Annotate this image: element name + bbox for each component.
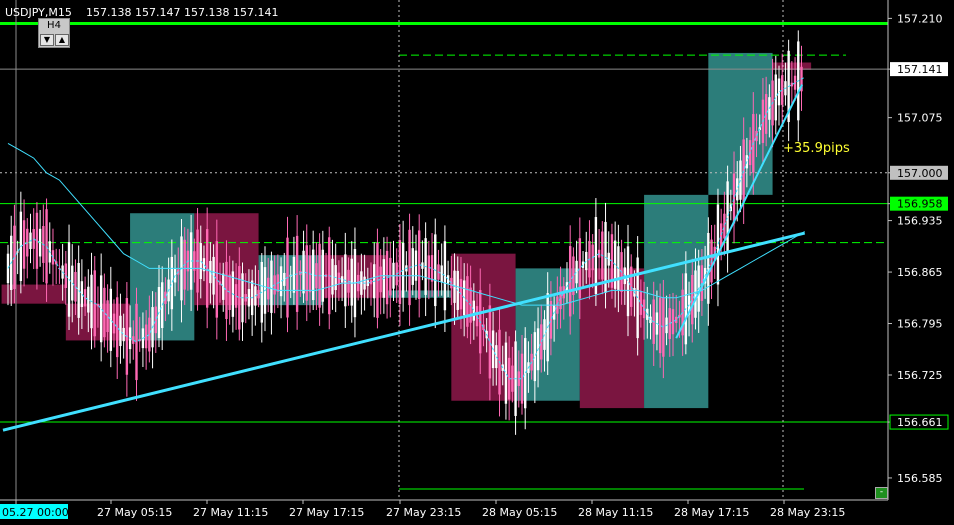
candle-body xyxy=(472,300,476,321)
y-tick-label: 157.210 xyxy=(897,12,943,25)
x-tick-label: 28 May 23:15 xyxy=(770,506,845,519)
price-chart[interactable]: 157.210 157.141 157.075 157.000 156.958 156.9… xyxy=(0,0,954,525)
candle-body xyxy=(671,309,675,335)
candle-body xyxy=(212,256,215,295)
candle-body xyxy=(488,305,492,379)
candle-body xyxy=(755,130,758,142)
candle-body xyxy=(80,281,84,308)
price-label-text: 156.958 xyxy=(897,198,943,211)
candle-body xyxy=(109,288,112,351)
minimize-button[interactable]: - xyxy=(875,487,888,499)
timeframe-label: H4 xyxy=(47,20,61,31)
candle-body xyxy=(215,241,219,318)
candle-body xyxy=(764,94,768,134)
x-tick-label: 05.27 00:00 xyxy=(2,506,69,519)
y-tick-label: 156.725 xyxy=(897,369,943,382)
candle-body xyxy=(607,252,610,266)
candle-body xyxy=(77,262,80,318)
candle-body xyxy=(170,256,174,310)
candle-body xyxy=(222,273,225,300)
y-tick-label: 156.935 xyxy=(897,215,943,228)
candle-body xyxy=(495,345,498,369)
candle-body xyxy=(736,178,739,201)
candle-body xyxy=(716,204,720,285)
h4-candle-boxes xyxy=(1,52,812,409)
candle-body xyxy=(199,243,202,280)
candle-body xyxy=(321,249,325,302)
candle-body xyxy=(106,300,109,333)
candle-body xyxy=(209,260,212,284)
candle-body xyxy=(524,338,527,409)
ohlc-readout: 157.138 157.147 157.138 157.141 xyxy=(86,6,278,19)
triangle-up-icon[interactable]: ▲ xyxy=(55,34,69,46)
candle-body xyxy=(16,251,19,253)
candle-body xyxy=(575,260,578,284)
candle-body xyxy=(22,220,26,269)
candle-body xyxy=(732,173,736,224)
price-label-text: 156.661 xyxy=(897,416,943,429)
candle-body xyxy=(164,291,167,304)
candle-body xyxy=(559,286,562,310)
candle-body xyxy=(549,300,553,339)
candle-body xyxy=(774,74,777,121)
candle-body xyxy=(719,223,723,248)
candle-body xyxy=(446,275,450,284)
candle-body xyxy=(540,324,543,360)
candle-body xyxy=(533,332,537,382)
x-tick-label: 28 May 17:15 xyxy=(674,506,749,519)
candle-body xyxy=(626,246,630,317)
candle-body xyxy=(581,261,585,268)
candle-body xyxy=(35,212,39,269)
candle-body xyxy=(119,315,122,347)
candle-body xyxy=(723,213,726,239)
candle-body xyxy=(103,287,106,338)
x-tick-label: 27 May 23:15 xyxy=(386,506,461,519)
candle-body xyxy=(691,274,694,325)
triangle-down-icon[interactable]: ▼ xyxy=(40,34,54,46)
y-tick-label: 156.585 xyxy=(897,472,943,485)
candle-body xyxy=(270,260,273,313)
price-label-text: 157.000 xyxy=(897,167,943,180)
x-tick-label: 28 May 11:15 xyxy=(578,506,653,519)
price-label-text: 157.141 xyxy=(897,63,943,76)
candle-body xyxy=(504,342,508,404)
candle-body xyxy=(154,306,157,334)
x-tick-label: 27 May 05:15 xyxy=(97,506,172,519)
x-tick-label: 27 May 17:15 xyxy=(289,506,364,519)
x-tick-label: 27 May 11:15 xyxy=(193,506,268,519)
candle-body xyxy=(340,276,344,283)
pips-annotation: +35.9pips xyxy=(783,141,850,156)
candle-body xyxy=(257,289,260,299)
candle-body xyxy=(205,229,209,308)
candle-body xyxy=(726,181,729,253)
candle-body xyxy=(122,327,125,342)
y-tick-label: 156.865 xyxy=(897,266,943,279)
candle-body xyxy=(585,251,588,271)
candle-body xyxy=(112,313,116,334)
x-tick-label: 28 May 05:15 xyxy=(482,506,557,519)
candle-body xyxy=(116,297,119,358)
candle-body xyxy=(594,217,598,294)
candle-body xyxy=(99,275,103,343)
candle-body xyxy=(331,258,334,295)
candle-body xyxy=(350,258,353,306)
y-tick-label: 157.075 xyxy=(897,112,943,125)
timeframe-panel: H4 ▼ ▲ xyxy=(38,18,70,48)
candle-body xyxy=(639,291,643,315)
candle-body xyxy=(225,261,228,320)
candle-body xyxy=(707,232,710,304)
y-tick-label: 156.795 xyxy=(897,318,943,331)
